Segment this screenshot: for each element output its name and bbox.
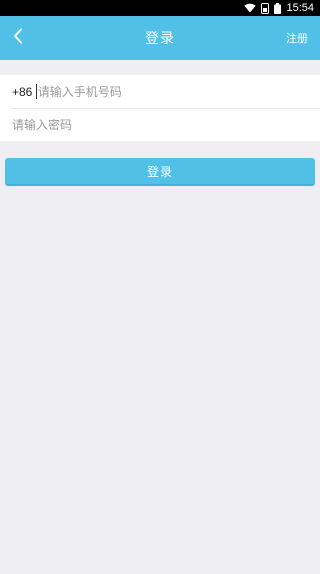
phone-input[interactable] xyxy=(37,84,320,99)
password-row xyxy=(12,108,320,141)
page-title: 登录 xyxy=(145,31,175,47)
login-form: +86 xyxy=(0,75,320,141)
spacer xyxy=(0,60,320,75)
back-button[interactable] xyxy=(8,23,28,53)
status-bar: 15:54 xyxy=(0,0,320,16)
login-button[interactable]: 登录 xyxy=(5,158,315,186)
chevron-left-icon xyxy=(13,28,23,48)
sim-icon xyxy=(261,2,270,14)
battery-icon xyxy=(274,2,282,14)
app-header: 登录 注册 xyxy=(0,16,320,60)
phone-row: +86 xyxy=(12,75,320,108)
status-time: 15:54 xyxy=(286,2,314,14)
wifi-icon xyxy=(244,3,257,13)
country-code[interactable]: +86 xyxy=(12,85,36,99)
register-button[interactable]: 注册 xyxy=(286,30,312,46)
password-input[interactable] xyxy=(12,118,320,132)
text-cursor xyxy=(35,84,37,99)
